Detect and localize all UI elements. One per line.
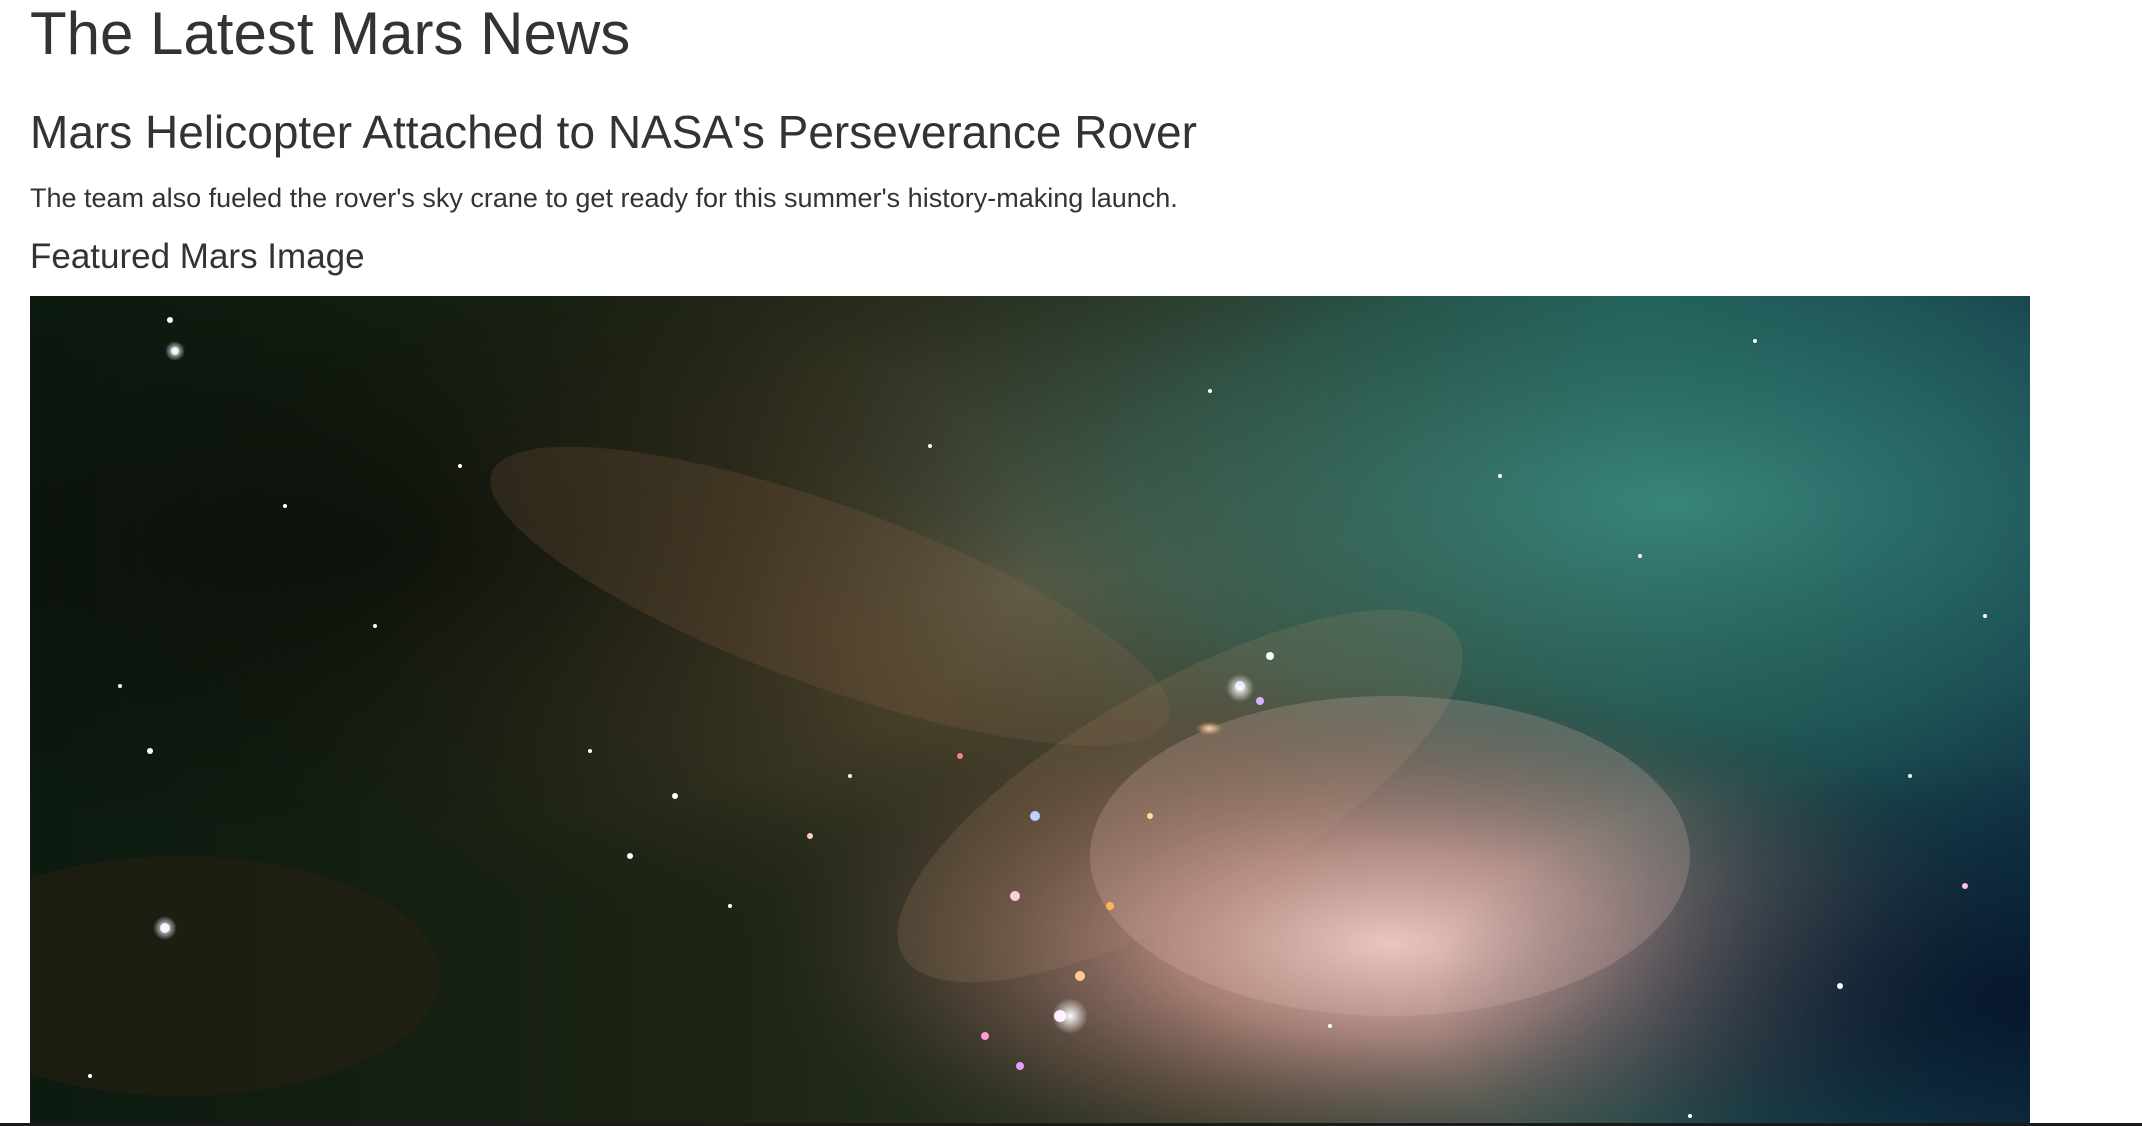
- nebula-image: [30, 296, 2030, 1126]
- featured-image-heading: Featured Mars Image: [30, 237, 365, 276]
- news-teaser: The team also fueled the rover's sky cra…: [30, 183, 1178, 213]
- featured-mars-image[interactable]: [30, 296, 2030, 1126]
- news-title[interactable]: Mars Helicopter Attached to NASA's Perse…: [30, 104, 1197, 160]
- page-title: The Latest Mars News: [30, 0, 631, 67]
- page: The Latest Mars News Mars Helicopter Att…: [0, 0, 2142, 1126]
